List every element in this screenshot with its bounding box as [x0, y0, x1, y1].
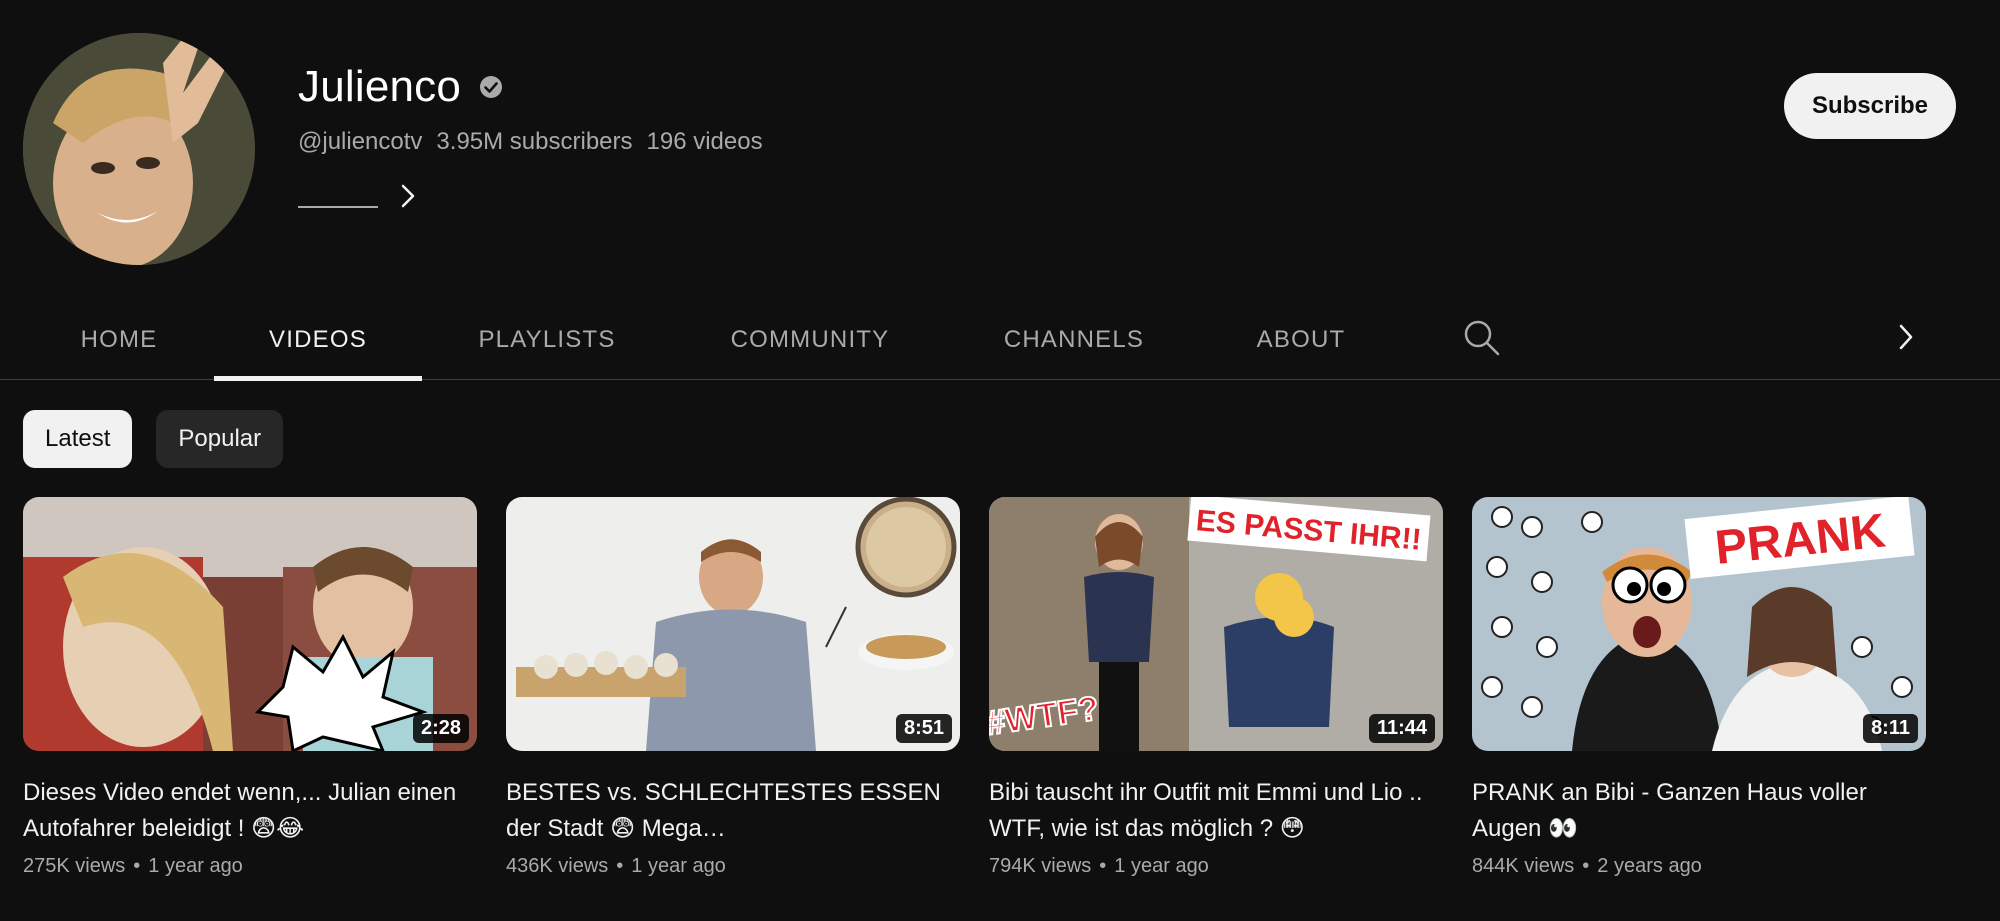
meta-separator: •: [1099, 855, 1107, 877]
sort-chips: Latest Popular: [23, 410, 284, 468]
tab-channels[interactable]: CHANNELS: [984, 300, 1164, 380]
tab-videos[interactable]: VIDEOS: [214, 300, 422, 381]
video-card[interactable]: 2:28 Dieses Video endet wenn,... Julian …: [23, 497, 477, 878]
video-meta: 436K views • 1 year ago: [506, 855, 960, 878]
channel-name: Julienco: [298, 62, 462, 111]
subscribe-button[interactable]: Subscribe: [1784, 73, 1956, 139]
channel-title-row: Julienco: [298, 62, 503, 112]
view-count: 794K views: [989, 855, 1092, 877]
meta-separator: •: [1582, 855, 1590, 877]
video-card[interactable]: PRANK 8:11 PRANK an Bibi - Ganzen Haus v…: [1472, 497, 1926, 878]
view-count: 275K views: [23, 855, 126, 877]
video-card[interactable]: 8:51 BESTES vs. SCHLECHTESTES ESSEN der …: [506, 497, 960, 878]
channel-description-link[interactable]: [298, 183, 418, 209]
channel-tabs: HOME VIDEOS PLAYLISTS COMMUNITY CHANNELS…: [0, 300, 2000, 381]
video-thumbnail[interactable]: ES PASST IHR!! #WTF? 11:44: [989, 497, 1443, 751]
upload-age: 2 years ago: [1597, 855, 1702, 877]
meta-separator: •: [616, 855, 624, 877]
video-thumbnail[interactable]: 8:51: [506, 497, 960, 751]
view-count: 844K views: [1472, 855, 1575, 877]
chip-popular[interactable]: Popular: [156, 410, 284, 468]
chevron-right-icon: [401, 184, 415, 208]
thumbnail-image: ES PASST IHR!! #WTF?: [989, 497, 1443, 751]
upload-age: 1 year ago: [1114, 855, 1209, 877]
thumbnail-image: [506, 497, 960, 751]
tab-about[interactable]: ABOUT: [1240, 300, 1362, 380]
video-thumbnail[interactable]: PRANK 8:11: [1472, 497, 1926, 751]
video-meta: 275K views • 1 year ago: [23, 855, 477, 878]
avatar-image: [23, 33, 255, 265]
video-meta: 794K views • 1 year ago: [989, 855, 1443, 878]
video-count: 196 videos: [646, 128, 763, 155]
video-title[interactable]: Dieses Video endet wenn,... Julian einen…: [23, 775, 477, 847]
verified-badge-icon: [480, 76, 503, 98]
video-card[interactable]: ES PASST IHR!! #WTF? 11:44 Bibi tauscht …: [989, 497, 1443, 878]
tabs-next-chevron-icon[interactable]: [1896, 322, 1916, 352]
tab-home[interactable]: HOME: [42, 300, 196, 380]
view-count: 436K views: [506, 855, 609, 877]
subscriber-count: 3.95M subscribers: [436, 128, 633, 155]
tab-community[interactable]: COMMUNITY: [710, 300, 910, 380]
video-duration: 11:44: [1368, 714, 1435, 743]
upload-age: 1 year ago: [631, 855, 726, 877]
search-icon[interactable]: [1462, 318, 1502, 358]
video-meta: 844K views • 2 years ago: [1472, 855, 1926, 878]
channel-avatar[interactable]: [23, 33, 255, 265]
video-duration: 2:28: [412, 714, 469, 743]
thumbnail-image: [23, 497, 477, 751]
video-duration: 8:11: [1863, 714, 1918, 743]
upload-age: 1 year ago: [148, 855, 243, 877]
video-thumbnail[interactable]: 2:28: [23, 497, 477, 751]
video-title[interactable]: Bibi tauscht ihr Outfit mit Emmi und Lio…: [989, 775, 1443, 847]
video-title[interactable]: PRANK an Bibi - Ganzen Haus voller Augen…: [1472, 775, 1926, 847]
chip-latest[interactable]: Latest: [23, 410, 133, 468]
meta-separator: •: [133, 855, 141, 877]
thumbnail-image: PRANK: [1472, 497, 1926, 751]
tab-playlists[interactable]: PLAYLISTS: [456, 300, 638, 380]
video-title[interactable]: BESTES vs. SCHLECHTESTES ESSEN der Stadt…: [506, 775, 960, 847]
channel-meta: @juliencotv 3.95M subscribers 196 videos: [298, 128, 763, 156]
description-placeholder: [298, 206, 378, 208]
video-duration: 8:51: [895, 714, 952, 743]
channel-handle: @juliencotv: [298, 128, 423, 155]
